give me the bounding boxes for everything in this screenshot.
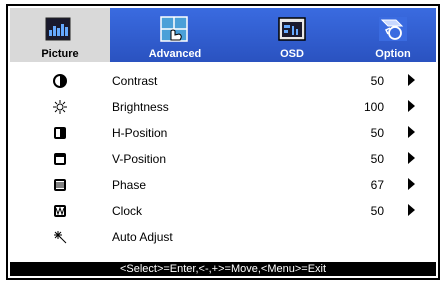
- clock-label: Clock: [112, 204, 143, 218]
- list-item-clock[interactable]: Clock 50: [10, 198, 436, 224]
- osd-icon: [277, 16, 307, 42]
- list-item-contrast[interactable]: Contrast 50: [10, 68, 436, 94]
- phase-icon: [52, 177, 68, 193]
- list-item-brightness[interactable]: Brightness 100: [10, 94, 436, 120]
- tab-option[interactable]: Option: [350, 8, 436, 62]
- contrast-arrow-icon[interactable]: [408, 74, 415, 86]
- v-position-icon: [52, 151, 68, 167]
- clock-value: 50: [370, 204, 384, 218]
- contrast-icon: [52, 73, 68, 89]
- h-position-icon: [52, 125, 68, 141]
- brightness-value: 100: [363, 100, 384, 114]
- footer-hint: <Select>=Enter,<-,+>=Move,<Menu>=Exit: [10, 262, 436, 276]
- osd-menu: Picture Advanced OSD Option Contrast 50 …: [0, 0, 445, 284]
- brightness-label: Brightness: [112, 100, 169, 114]
- tab-bar: Picture Advanced OSD Option: [10, 8, 436, 62]
- tab-osd-label: OSD: [280, 48, 304, 60]
- tab-advanced[interactable]: Advanced: [120, 8, 230, 62]
- picture-icon: [43, 16, 73, 42]
- clock-arrow-icon[interactable]: [408, 204, 415, 216]
- list-item-auto-adjust[interactable]: Auto Adjust: [10, 224, 436, 250]
- phase-label: Phase: [112, 178, 147, 192]
- v-position-label: V-Position: [112, 152, 167, 166]
- osd-frame: Picture Advanced OSD Option Contrast 50 …: [6, 4, 440, 280]
- tab-advanced-label: Advanced: [148, 48, 202, 60]
- h-position-label: H-Position: [112, 126, 168, 140]
- list-item-phase[interactable]: Phase 67: [10, 172, 436, 198]
- tab-picture[interactable]: Picture: [10, 8, 110, 62]
- phase-value: 67: [370, 178, 384, 192]
- clock-icon: [52, 203, 68, 219]
- option-icon: [378, 16, 408, 42]
- auto-adjust-label: Auto Adjust: [112, 230, 173, 244]
- contrast-value: 50: [370, 74, 384, 88]
- list-item-v-position[interactable]: V-Position 50: [10, 146, 436, 172]
- h-position-arrow-icon[interactable]: [408, 126, 415, 138]
- tab-option-label: Option: [375, 48, 411, 60]
- h-position-value: 50: [370, 126, 384, 140]
- list-item-h-position[interactable]: H-Position 50: [10, 120, 436, 146]
- advanced-icon: [159, 16, 189, 42]
- phase-arrow-icon[interactable]: [408, 178, 415, 190]
- contrast-label: Contrast: [112, 74, 158, 88]
- v-position-arrow-icon[interactable]: [408, 152, 415, 164]
- brightness-arrow-icon[interactable]: [408, 100, 415, 112]
- tab-osd[interactable]: OSD: [242, 8, 342, 62]
- tab-picture-label: Picture: [41, 48, 79, 60]
- auto-adjust-icon: [52, 229, 68, 245]
- v-position-value: 50: [370, 152, 384, 166]
- brightness-icon: [52, 99, 68, 115]
